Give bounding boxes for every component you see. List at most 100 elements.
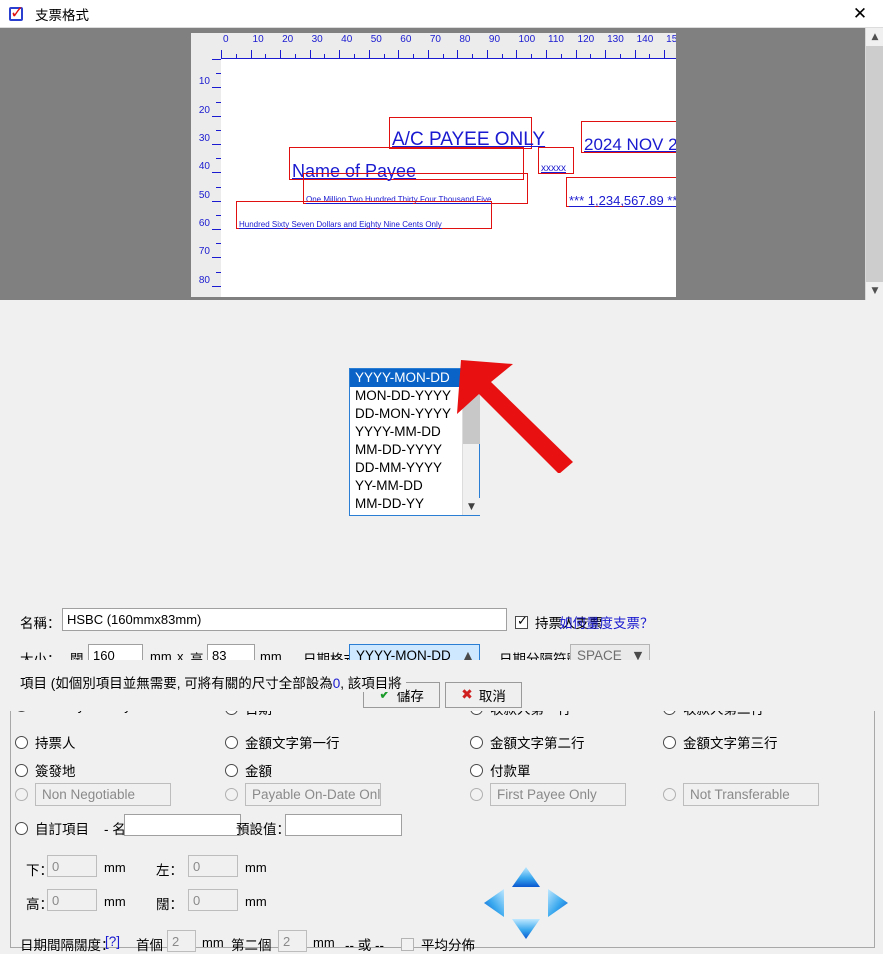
dropdown-option[interactable]: YYYY-MON-DD bbox=[350, 369, 462, 387]
dropdown-option[interactable]: DD-MON-YYYY bbox=[350, 405, 462, 423]
item-height-unit: mm bbox=[104, 894, 126, 909]
second-gap-input[interactable] bbox=[278, 930, 307, 952]
item-width-input[interactable] bbox=[188, 889, 238, 911]
ruler-label: 10 bbox=[252, 34, 264, 45]
radio-dot bbox=[15, 788, 28, 801]
dropdown-option[interactable]: MM-DD-YYYY bbox=[350, 441, 462, 459]
radio-bearer[interactable]: 持票人 bbox=[15, 732, 76, 752]
radio-amount-words-line-2[interactable]: 金額文字第二行 bbox=[470, 732, 585, 752]
scroll-up-icon[interactable]: ▲ bbox=[866, 28, 883, 46]
date-spacing-help-icon[interactable]: [?] bbox=[105, 934, 120, 949]
cheque-field-holder-mark[interactable]: xxxxx bbox=[538, 147, 574, 174]
radio-label: 簽發地 bbox=[35, 764, 76, 779]
bottom-unit: mm bbox=[104, 860, 126, 875]
radio-label-box[interactable]: Non Negotiable bbox=[35, 783, 171, 806]
move-left-arrow[interactable] bbox=[484, 889, 504, 917]
cheque-field-ac-payee-only[interactable]: A/C PAYEE ONLY bbox=[389, 117, 545, 149]
ruler-corner bbox=[191, 33, 221, 59]
name-input[interactable] bbox=[62, 608, 507, 631]
radio-label: 金額文字第一行 bbox=[245, 736, 340, 751]
ruler-label: 130 bbox=[607, 34, 624, 45]
radio-first-payee-only[interactable]: First Payee Only bbox=[470, 783, 626, 806]
radio-amount-words-line-3[interactable]: 金額文字第三行 bbox=[663, 732, 778, 752]
radio-dot bbox=[470, 763, 483, 777]
radio-label: 持票人 bbox=[35, 736, 76, 751]
radio-dot bbox=[470, 735, 483, 749]
dropdown-options: YYYY-MON-DD MON-DD-YYYY DD-MON-YYYY YYYY-MM… bbox=[350, 369, 462, 515]
ruler-tick bbox=[212, 200, 221, 202]
item-height-input[interactable] bbox=[47, 889, 97, 911]
scrollbar-thumb[interactable] bbox=[866, 46, 883, 282]
radio-dot bbox=[225, 763, 238, 777]
cheque-field-amount-figures[interactable]: *** 1,234,567.89 *** bbox=[566, 177, 676, 207]
radio-non-negotiable[interactable]: Non Negotiable bbox=[15, 783, 171, 806]
radio-label-box[interactable]: First Payee Only bbox=[490, 783, 626, 806]
horizontal-ruler: 0 10 20 30 40 50 60 70 80 90 100 110 120 130 140 150 bbox=[191, 33, 676, 59]
items-groupbox-legend: 項目 (如個別項目並無需要, 可將有關的尺寸全部設為0, 該項目將 bbox=[16, 672, 406, 692]
first-gap-input[interactable] bbox=[167, 930, 196, 952]
even-distribution-label: 平均分佈 bbox=[421, 938, 475, 953]
custom-item-label: 自訂項目 bbox=[35, 822, 89, 837]
move-right-arrow[interactable] bbox=[548, 889, 568, 917]
ruler-tick bbox=[212, 285, 221, 287]
scroll-down-icon[interactable]: ▼ bbox=[866, 282, 883, 300]
close-icon[interactable]: ✕ bbox=[837, 0, 883, 28]
ruler-label: 0 bbox=[223, 34, 229, 45]
cheque-field-text: Hundred Sixty Seven Dollars and Eighty N… bbox=[239, 220, 442, 229]
bottom-input[interactable] bbox=[47, 855, 97, 877]
cheque-field-text: xxxxx bbox=[541, 163, 566, 174]
cheque-field-date[interactable]: 2024 NOV 27 bbox=[581, 121, 676, 153]
custom-name-input[interactable] bbox=[124, 814, 241, 836]
radio-dot bbox=[663, 788, 676, 801]
dropdown-option[interactable]: DD-MM-YYYY bbox=[350, 459, 462, 477]
checkbox-box bbox=[401, 937, 414, 951]
arrow-pad-svg bbox=[484, 867, 568, 939]
dropdown-option[interactable]: MON-DD-YYYY bbox=[350, 387, 462, 405]
left-input[interactable] bbox=[188, 855, 238, 877]
radio-not-transferable[interactable]: Not Transferable bbox=[663, 783, 819, 806]
radio-amount[interactable]: 金額 bbox=[225, 760, 272, 780]
radio-custom-item[interactable]: 自訂項目 bbox=[15, 818, 89, 838]
radio-label: 金額文字第二行 bbox=[490, 736, 585, 751]
dropdown-option[interactable]: YY-MM-DD bbox=[350, 477, 462, 495]
custom-default-label: 預設值： bbox=[236, 822, 290, 837]
ruler-tick bbox=[212, 87, 221, 89]
cheque-field-amount-words-line-1[interactable]: One Million Two Hundred Thirty Four Thou… bbox=[303, 173, 528, 204]
checkbox-box bbox=[515, 614, 528, 629]
dropdown-scroll-down-icon[interactable]: ▼ bbox=[463, 498, 480, 515]
dropdown-option[interactable]: MM-DD-YY bbox=[350, 495, 462, 513]
date-format-dropdown-list[interactable]: YYYY-MON-DD MON-DD-YYYY DD-MON-YYYY YYYY-MM… bbox=[349, 368, 480, 516]
radio-dot bbox=[15, 763, 28, 777]
radio-label-box[interactable]: Not Transferable bbox=[683, 783, 819, 806]
dropdown-option[interactable]: YYYY-MM-DD bbox=[350, 423, 462, 441]
radio-payable-on-date-only[interactable]: Payable On-Date Only bbox=[225, 783, 381, 806]
radio-amount-words-line-1[interactable]: 金額文字第一行 bbox=[225, 732, 340, 752]
ruler-tick bbox=[212, 229, 221, 230]
cheque-canvas[interactable]: 0 10 20 30 40 50 60 70 80 90 100 110 120 130 140 150 0 1… bbox=[191, 33, 676, 297]
second-gap-label: 第二個 bbox=[231, 938, 272, 953]
ruler-label: 50 bbox=[370, 34, 382, 45]
cancel-button[interactable]: ✖ 取消 bbox=[445, 682, 522, 708]
move-down-arrow[interactable] bbox=[512, 919, 540, 939]
move-up-arrow[interactable] bbox=[512, 867, 540, 887]
ruler-tick bbox=[212, 172, 221, 174]
radio-label: 金額文字第三行 bbox=[683, 736, 778, 751]
radio-place-of-issue[interactable]: 簽發地 bbox=[15, 760, 76, 780]
name-label: 名稱： bbox=[20, 616, 61, 631]
radio-label-box[interactable]: Payable On-Date Only bbox=[245, 783, 381, 806]
cheque-field-amount-words-line-2[interactable]: Hundred Sixty Seven Dollars and Eighty N… bbox=[236, 201, 492, 229]
how-to-measure-cheque-link[interactable]: 如何量度支票？ bbox=[559, 612, 654, 632]
dropdown-scrollbar-thumb[interactable] bbox=[463, 386, 480, 444]
even-distribution-checkbox[interactable]: 平均分佈 bbox=[401, 934, 475, 954]
dropdown-scrollbar[interactable]: ▲ ▼ bbox=[462, 369, 480, 515]
cheque-field-text: *** 1,234,567.89 *** bbox=[569, 193, 676, 208]
ruler-label: 40 bbox=[198, 161, 210, 173]
first-gap-unit: mm bbox=[202, 935, 224, 950]
dropdown-scroll-up-icon[interactable]: ▲ bbox=[463, 369, 480, 386]
vertical-ruler: 01020304050607080 bbox=[191, 33, 221, 297]
item-width-label: 闊： bbox=[156, 897, 183, 912]
ruler-label: 20 bbox=[198, 104, 210, 116]
preview-vertical-scrollbar[interactable]: ▲ ▼ bbox=[865, 28, 883, 300]
radio-payment-slip[interactable]: 付款單 bbox=[470, 760, 531, 780]
custom-default-input[interactable] bbox=[285, 814, 402, 836]
